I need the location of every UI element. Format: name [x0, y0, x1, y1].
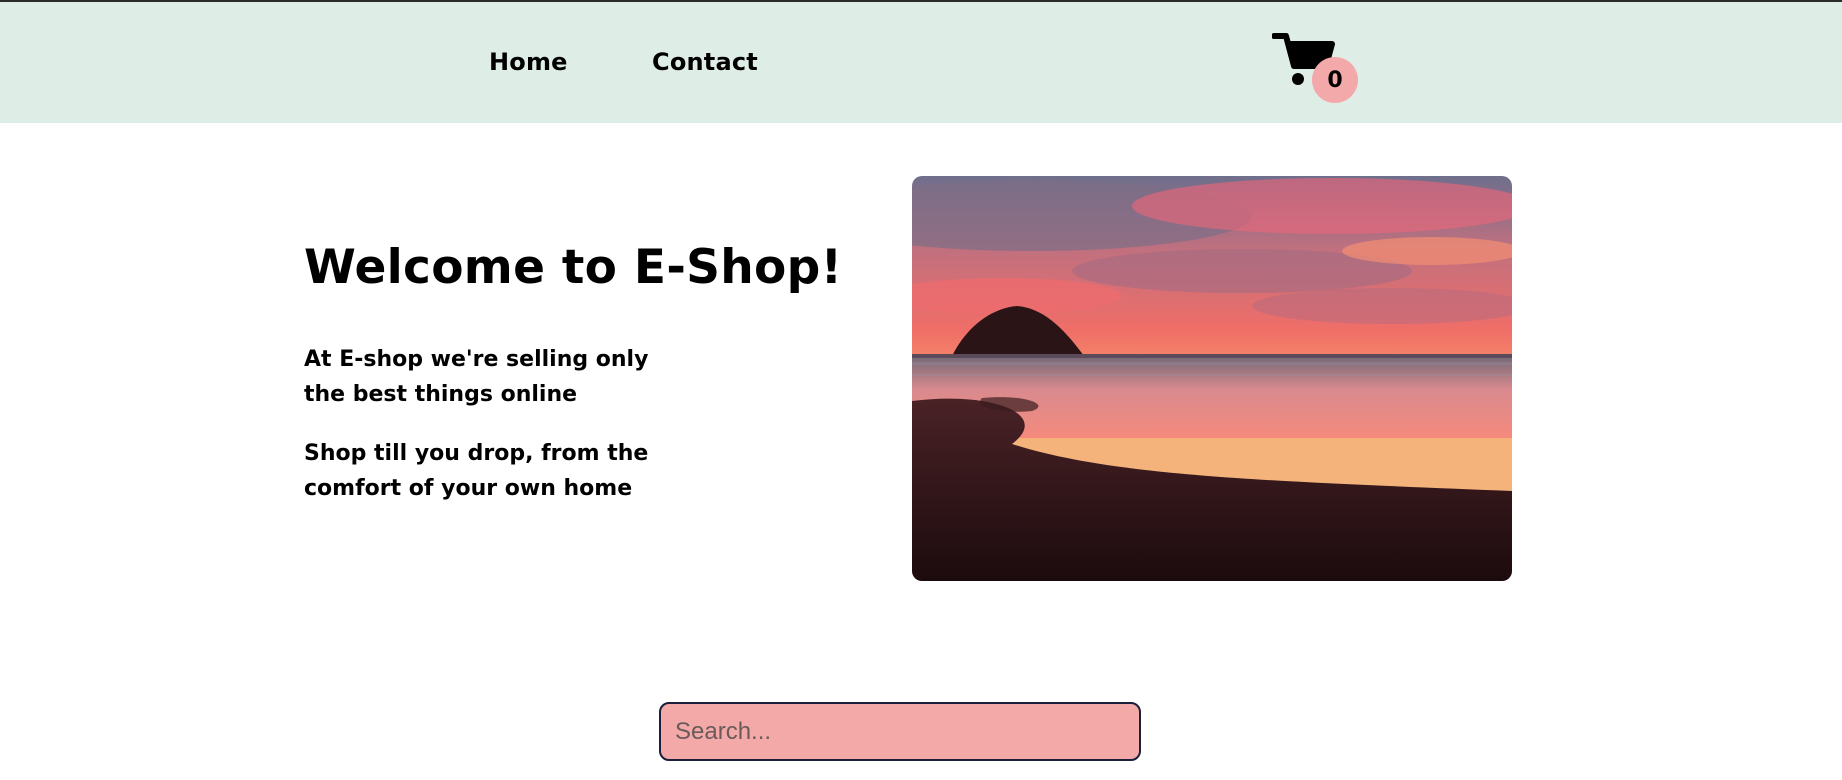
hero-title: Welcome to E-Shop!: [304, 240, 843, 295]
hero-text-1: At E-shop we're selling only the best th…: [304, 347, 649, 407]
cart-button[interactable]: 0: [1272, 32, 1362, 108]
sunset-beach-image: [912, 176, 1512, 581]
nav-contact-link[interactable]: Contact: [652, 48, 758, 76]
navbar: Home Contact 0: [0, 2, 1842, 123]
hero-image: [912, 176, 1512, 581]
hero-text-2: Shop till you drop, from the comfort of …: [304, 441, 649, 501]
nav-home-link[interactable]: Home: [489, 48, 568, 76]
cart-count-badge: 0: [1312, 57, 1358, 103]
search-input[interactable]: [659, 702, 1141, 761]
